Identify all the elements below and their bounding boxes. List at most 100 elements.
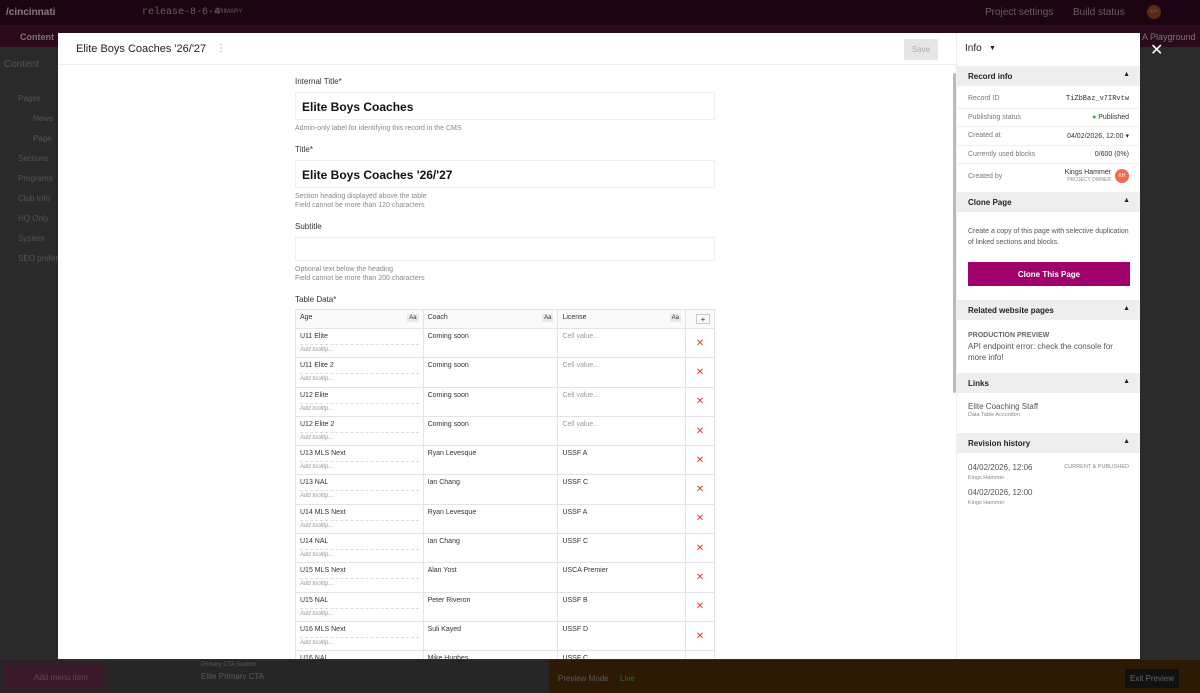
age-cell[interactable]: U16 NALAdd tooltip... [295, 650, 424, 659]
age-cell[interactable]: U16 MLS Next Add tooltip... [295, 620, 424, 652]
age-cell[interactable]: U14 MLS Next Add tooltip... [295, 503, 424, 535]
tooltip-input[interactable]: Add tooltip... [300, 402, 419, 412]
license-cell[interactable]: USSF C [557, 650, 686, 659]
sidebar-item[interactable]: Page [33, 134, 52, 143]
age-cell[interactable]: U15 NAL Add tooltip... [295, 591, 424, 622]
delete-row-icon[interactable]: ✕ [685, 327, 715, 359]
record-info-header[interactable]: Record info ▲ [957, 66, 1140, 86]
edit-modal: Elite Boys Coaches '26/'27 ⋮ Save Intern… [58, 33, 1140, 659]
sidebar-item[interactable]: HQ Only [18, 214, 49, 223]
delete-row-icon[interactable]: ✕ [685, 650, 715, 659]
coach-cell[interactable]: Coming soon [422, 327, 559, 359]
tooltip-input[interactable]: Add tooltip... [300, 461, 419, 470]
tooltip-input[interactable]: Add tooltip... [300, 578, 419, 587]
license-cell[interactable]: Cell value... [557, 357, 686, 388]
project-settings-link[interactable]: Project settings [985, 7, 1053, 18]
avatar[interactable]: KH [1147, 5, 1161, 19]
age-cell[interactable]: U12 Elite Add tooltip... [295, 386, 424, 417]
age-cell[interactable]: U12 Elite 2 Add tooltip... [295, 415, 424, 447]
sidebar-item[interactable]: News [33, 114, 53, 123]
coach-cell[interactable]: Suli Kayed [422, 620, 559, 652]
coach-cell[interactable]: Ian Chang [422, 533, 559, 564]
delete-row-icon[interactable]: ✕ [685, 591, 715, 622]
tooltip-input[interactable]: Add tooltip... [300, 607, 419, 617]
tooltip-input[interactable]: Add tooltip... [300, 549, 419, 558]
license-cell[interactable]: USSF A [557, 503, 686, 535]
coach-cell[interactable]: Ian Chang [422, 474, 559, 505]
coach-cell[interactable]: Mike Hughes [422, 650, 559, 659]
license-cell[interactable]: USSF C [557, 474, 686, 505]
sidebar-item[interactable]: Programs [18, 174, 53, 183]
links-header[interactable]: Links ▲ [957, 373, 1140, 393]
sidebar-item[interactable]: Club Info [18, 194, 50, 203]
coach-cell[interactable]: Coming soon [422, 386, 559, 417]
add-column-button[interactable]: + [696, 314, 710, 324]
more-options-icon[interactable]: ⋮ [216, 43, 226, 54]
license-cell[interactable]: Cell value... [557, 415, 686, 447]
delete-row-icon[interactable]: ✕ [685, 386, 715, 417]
close-icon[interactable]: ✕ [1150, 40, 1163, 60]
tooltip-input[interactable]: Add tooltip... [300, 636, 419, 646]
delete-row-icon[interactable]: ✕ [685, 562, 715, 593]
branch-name[interactable]: release-8-6-4 [142, 7, 220, 18]
clone-page-header[interactable]: Clone Page ▲ [957, 192, 1140, 212]
save-button[interactable]: Save [904, 39, 938, 60]
license-cell[interactable]: USCA Premier [557, 562, 686, 593]
created-at-dropdown[interactable]: 04/02/2026, 12:00 ▾ [1067, 132, 1129, 140]
tooltip-input[interactable]: Add tooltip... [300, 373, 419, 382]
license-cell[interactable]: USSF C [557, 533, 686, 564]
clone-page-button[interactable]: Clone This Page [968, 262, 1130, 286]
build-status-button[interactable]: Build status [1073, 7, 1125, 18]
internal-title-input[interactable]: Elite Boys Coaches [295, 92, 715, 120]
tooltip-input[interactable]: Add tooltip... [300, 344, 419, 353]
revision-item[interactable]: 04/02/2026, 12:00 Kings Hammer [968, 488, 1129, 508]
exit-preview-button[interactable]: Exit Preview [1125, 669, 1180, 688]
sidebar-item[interactable]: Sections [18, 154, 49, 163]
add-menu-item-button[interactable]: Add menu item [4, 664, 104, 690]
delete-row-icon[interactable]: ✕ [685, 474, 715, 505]
tooltip-input[interactable]: Add tooltip... [300, 431, 419, 441]
delete-row-icon[interactable]: ✕ [685, 445, 715, 476]
sidebar-item[interactable]: System [18, 234, 45, 243]
text-format-icon[interactable]: Aa [669, 314, 681, 322]
license-cell[interactable]: USSF D [557, 620, 686, 652]
tab-content[interactable]: Content [20, 32, 54, 42]
info-title[interactable]: Info [965, 43, 982, 54]
license-cell[interactable]: Cell value... [557, 327, 686, 359]
age-cell[interactable]: U11 Elite Add tooltip... [295, 327, 424, 359]
related-pages-header[interactable]: Related website pages ▲ [957, 300, 1140, 320]
tooltip-input[interactable]: Add tooltip... [300, 519, 419, 529]
title-input[interactable]: Elite Boys Coaches '26/'27 [295, 160, 715, 188]
delete-row-icon[interactable]: ✕ [685, 415, 715, 447]
license-cell[interactable]: USSF A [557, 445, 686, 476]
sidebar-item[interactable]: Pages [18, 94, 41, 103]
coach-cell[interactable]: Ryan Levesque [422, 445, 559, 476]
delete-row-icon[interactable]: ✕ [685, 357, 715, 388]
revision-item[interactable]: 04/02/2026, 12:06 Kings Hammer CURRENT & P… [968, 463, 1129, 483]
delete-row-icon[interactable]: ✕ [685, 503, 715, 535]
link-item[interactable]: Elite Coaching Staff [968, 403, 1129, 411]
project-name[interactable]: /cincinnati [6, 7, 55, 18]
subtitle-input[interactable] [295, 237, 715, 261]
age-cell[interactable]: U13 NAL Add tooltip... [295, 474, 424, 505]
delete-row-icon[interactable]: ✕ [685, 533, 715, 564]
age-cell[interactable]: U14 NAL Add tooltip... [295, 533, 424, 564]
coach-cell[interactable]: Alan Yost [422, 562, 559, 593]
delete-row-icon[interactable]: ✕ [685, 620, 715, 652]
tooltip-input[interactable]: Add tooltip... [300, 490, 419, 499]
text-format-icon[interactable]: Aa [407, 314, 419, 322]
coach-cell[interactable]: Peter Riveron [422, 591, 559, 622]
coach-cell[interactable]: Coming soon [422, 357, 559, 388]
bottom-bar: Add menu item Primary CTA Section Elite … [0, 660, 1200, 693]
age-cell[interactable]: U11 Elite 2 Add tooltip... [295, 357, 424, 388]
text-format-icon[interactable]: Aa [542, 314, 554, 322]
sidebar-item[interactable]: SEO prefer [18, 254, 58, 263]
age-cell[interactable]: U13 MLS Next Add tooltip... [295, 445, 424, 476]
coach-cell[interactable]: Ryan Levesque [422, 503, 559, 535]
avatar: KH [1115, 169, 1129, 183]
coach-cell[interactable]: Coming soon [422, 415, 559, 447]
revision-history-header[interactable]: Revision history ▲ [957, 433, 1140, 453]
license-cell[interactable]: USSF B [557, 591, 686, 622]
age-cell[interactable]: U15 MLS Next Add tooltip... [295, 562, 424, 593]
license-cell[interactable]: Cell value... [557, 386, 686, 417]
